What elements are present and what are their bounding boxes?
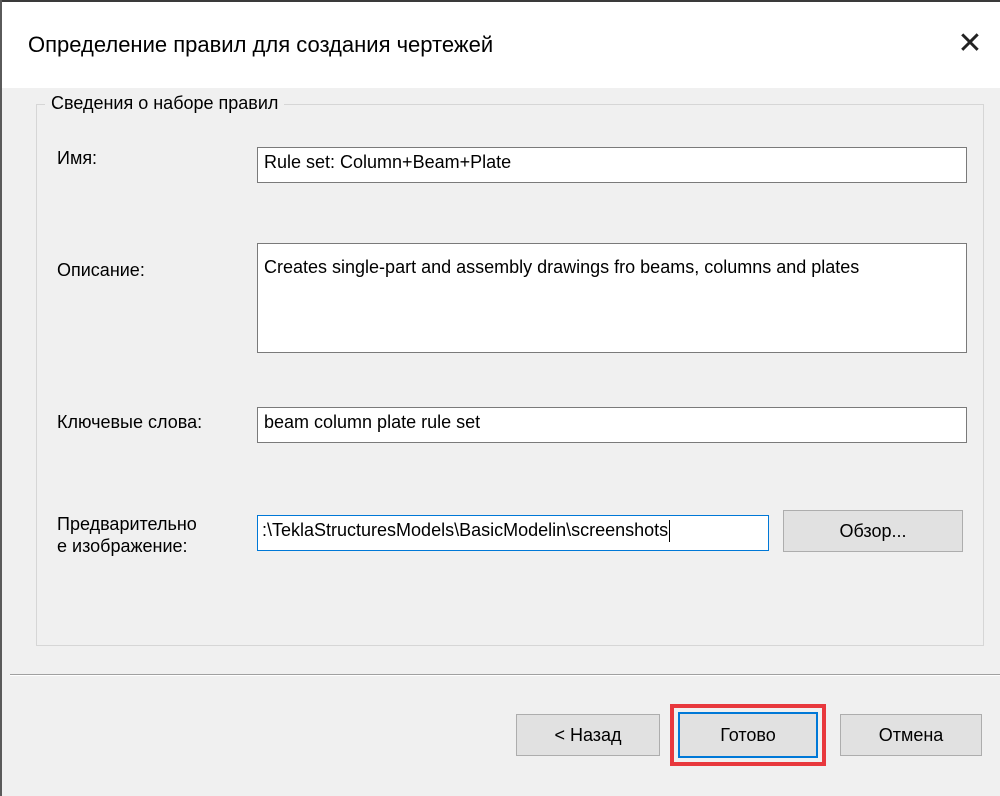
finish-button-label: Готово <box>720 724 776 745</box>
text-caret <box>669 520 671 543</box>
close-icon: ✕ <box>957 26 983 60</box>
title-bar: Определение правил для создания чертежей… <box>2 2 1000 88</box>
browse-button-label: Обзор... <box>839 520 907 541</box>
window-title: Определение правил для создания чертежей <box>28 32 494 57</box>
preview-label: Предварительно е изображение: <box>57 513 197 557</box>
description-field[interactable]: Creates single-part and assembly drawing… <box>257 243 967 353</box>
close-button[interactable]: ✕ <box>940 8 1000 78</box>
description-field-value: Creates single-part and assembly drawing… <box>264 257 860 277</box>
footer-separator-highlight <box>10 675 1000 676</box>
name-field-value: Rule set: Column+Beam+Plate <box>264 152 512 172</box>
browse-button[interactable]: Обзор... <box>783 510 963 552</box>
dialog-body: Сведения о наборе правил Имя: Rule set: … <box>2 88 1000 796</box>
back-button-label: < Назад <box>554 724 622 745</box>
back-button[interactable]: < Назад <box>516 714 660 756</box>
preview-image-path-field[interactable]: :\TeklaStructuresModels\BasicModelin\scr… <box>257 515 769 551</box>
cancel-button[interactable]: Отмена <box>840 714 982 756</box>
group-legend: Сведения о наборе правил <box>45 93 285 114</box>
name-field[interactable]: Rule set: Column+Beam+Plate <box>257 147 967 183</box>
rule-set-info-group: Сведения о наборе правил Имя: Rule set: … <box>36 93 984 646</box>
keywords-field[interactable]: beam column plate rule set <box>257 407 967 443</box>
name-label: Имя: <box>57 148 98 168</box>
keywords-label: Ключевые слова: <box>57 412 203 432</box>
description-label: Описание: <box>57 260 145 280</box>
preview-label-line1: Предварительно <box>57 514 197 534</box>
finish-button[interactable]: Готово <box>678 712 818 758</box>
keywords-field-value: beam column plate rule set <box>264 412 481 432</box>
preview-label-line2: е изображение: <box>57 536 188 556</box>
preview-image-path-value: :\TeklaStructuresModels\BasicModelin\scr… <box>262 520 669 540</box>
cancel-button-label: Отмена <box>878 724 944 745</box>
